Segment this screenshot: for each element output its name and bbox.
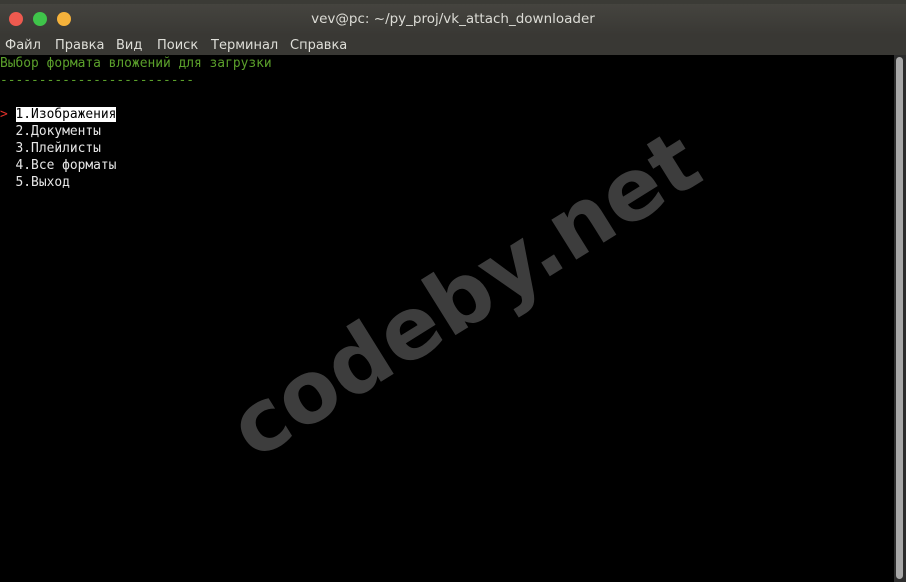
window-titlebar[interactable]: vev@pc: ~/py_proj/vk_attach_downloader xyxy=(0,4,906,35)
option-all-formats[interactable]: 4.Все форматы xyxy=(16,158,117,173)
option-row-5[interactable]: 5.Выход xyxy=(0,174,70,191)
terminal-scrollbar[interactable] xyxy=(894,55,906,582)
menu-help[interactable]: Справка xyxy=(290,38,347,53)
menu-view[interactable]: Вид xyxy=(116,38,142,53)
selection-cursor: > xyxy=(0,107,8,122)
option-row-4[interactable]: 4.Все форматы xyxy=(0,157,117,174)
menu-search[interactable]: Поиск xyxy=(157,38,198,53)
scrollbar-thumb[interactable] xyxy=(896,57,903,579)
menu-edit[interactable]: Правка xyxy=(55,38,104,53)
menu-bar: Файл Правка Вид Поиск Терминал Справка xyxy=(0,35,906,55)
terminal-area[interactable]: Выбор формата вложений для загрузки ----… xyxy=(0,55,894,582)
option-exit[interactable]: 5.Выход xyxy=(16,175,70,190)
option-documents[interactable]: 2.Документы xyxy=(16,124,101,139)
option-row-3[interactable]: 3.Плейлисты xyxy=(0,140,101,157)
heading-separator: ------------------------- xyxy=(0,73,195,88)
menu-terminal[interactable]: Терминал xyxy=(211,38,278,53)
option-playlists[interactable]: 3.Плейлисты xyxy=(16,141,101,156)
menu-file[interactable]: Файл xyxy=(5,38,41,53)
option-images[interactable]: 1.Изображения xyxy=(15,107,117,122)
option-row-1[interactable]: > 1.Изображения xyxy=(0,106,117,123)
menu-heading: Выбор формата вложений для загрузки xyxy=(0,56,272,71)
option-row-2[interactable]: 2.Документы xyxy=(0,123,101,140)
window-title: vev@pc: ~/py_proj/vk_attach_downloader xyxy=(311,11,595,27)
